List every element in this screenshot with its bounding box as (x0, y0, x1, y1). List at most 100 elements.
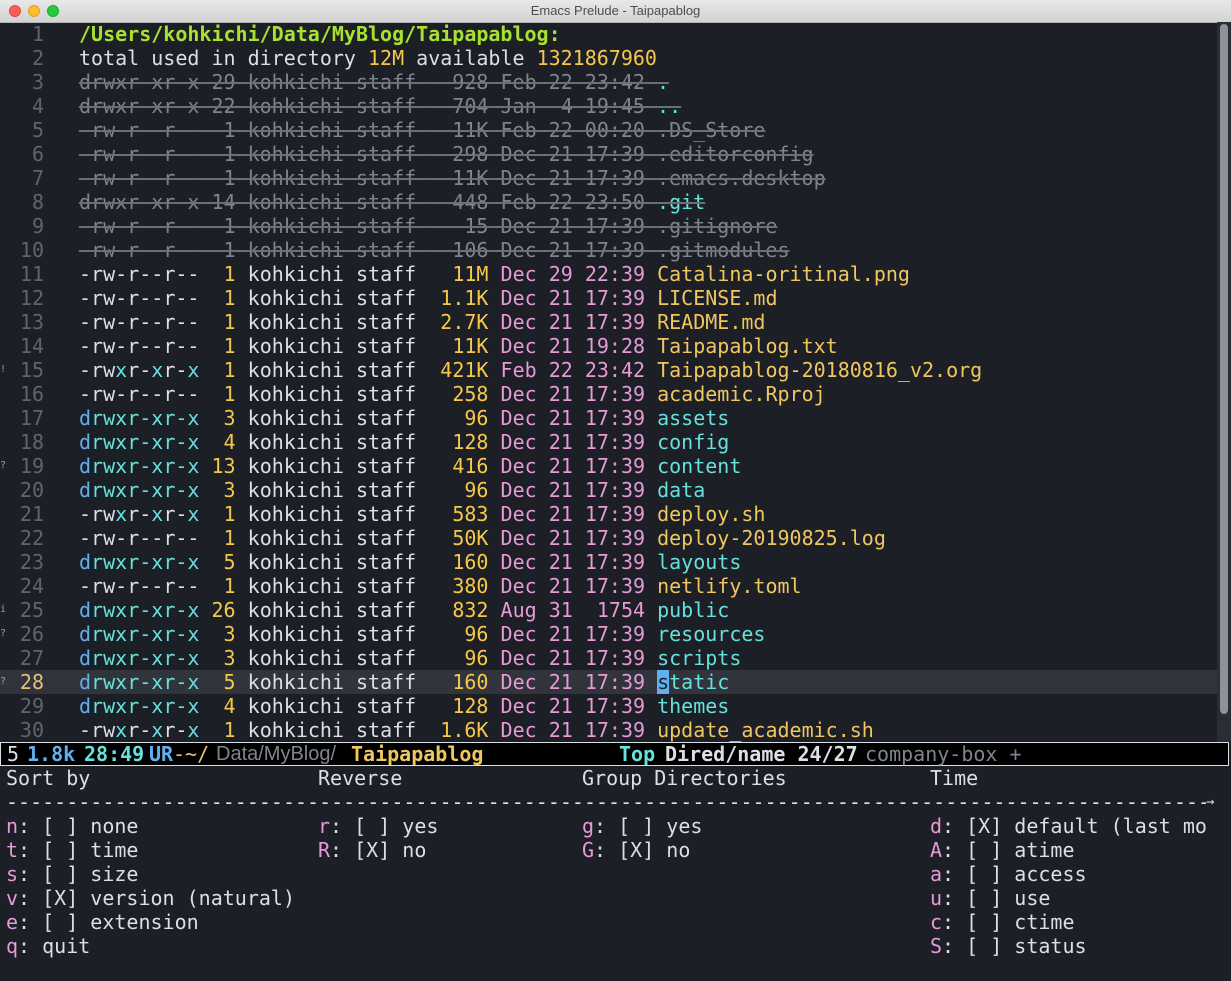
transient-option[interactable]: s: [ ] size (6, 862, 138, 886)
file-name[interactable]: Catalina-oritinal.png (657, 262, 910, 286)
buffer-line[interactable]: 29 drwxr-xr-x 4 kohkichi staff 128 Dec 21… (0, 694, 1217, 718)
file-entry[interactable]: drwxr-xr-x 3 kohkichi staff 96 Dec 21 17… (79, 406, 729, 430)
file-name[interactable]: .emacs.desktop (657, 166, 826, 190)
file-entry[interactable]: drwxr-xr-x 5 kohkichi staff 160 Dec 21 1… (79, 670, 729, 694)
file-name[interactable]: .editorconfig (657, 142, 814, 166)
file-entry[interactable]: -rwxr-xr-x 1 kohkichi staff 1.6K Dec 21 … (79, 718, 874, 742)
file-name[interactable]: Taipapablog-20180816_v2.org (657, 358, 982, 382)
buffer-line[interactable]: 1/Users/kohkichi/Data/MyBlog/Taipapablog… (0, 22, 1217, 46)
buffer-line[interactable]: 21 -rwxr-xr-x 1 kohkichi staff 583 Dec 21… (0, 502, 1217, 526)
major-mode[interactable]: Dired/name 24/27 (665, 743, 858, 765)
buffer-line[interactable]: 19? drwxr-xr-x 13 kohkichi staff 416 Dec … (0, 454, 1217, 478)
file-name[interactable]: scripts (657, 646, 741, 670)
file-entry[interactable]: -rw-r--r-- 1 kohkichi staff 106 Dec 21 1… (79, 238, 789, 262)
buffer-line[interactable]: 8 drwxr-xr-x 14 kohkichi staff 448 Feb 22… (0, 190, 1217, 214)
buffer-line[interactable]: 10 -rw-r--r-- 1 kohkichi staff 106 Dec 21… (0, 238, 1217, 262)
file-entry[interactable]: drwxr-xr-x 4 kohkichi staff 128 Dec 21 1… (79, 430, 729, 454)
buffer-line[interactable]: 5 -rw-r--r-- 1 kohkichi staff 11K Feb 22 … (0, 118, 1217, 142)
option-key[interactable]: e (6, 910, 18, 934)
file-entry[interactable]: -rw-r--r-- 1 kohkichi staff 1.1K Dec 21 … (79, 286, 778, 310)
file-name[interactable]: .git (657, 190, 705, 214)
buffer-line[interactable]: 12 -rw-r--r-- 1 kohkichi staff 1.1K Dec 2… (0, 286, 1217, 310)
file-entry[interactable]: -rwxr-xr-x 1 kohkichi staff 421K Feb 22 … (79, 358, 982, 382)
buffer-line[interactable]: 30 -rwxr-xr-x 1 kohkichi staff 1.6K Dec 2… (0, 718, 1217, 742)
file-name[interactable]: content (657, 454, 741, 478)
option-key[interactable]: v (6, 886, 18, 910)
file-entry[interactable]: drwxr-xr-x 5 kohkichi staff 160 Dec 21 1… (79, 550, 741, 574)
buffer-line[interactable]: 4 drwxr-xr-x 22 kohkichi staff 704 Jan 4 … (0, 94, 1217, 118)
file-entry[interactable]: -rw-r--r-- 1 kohkichi staff 11M Dec 29 2… (79, 262, 910, 286)
buffer-line[interactable]: 23 drwxr-xr-x 5 kohkichi staff 160 Dec 21… (0, 550, 1217, 574)
file-entry[interactable]: drwxr-xr-x 26 kohkichi staff 832 Aug 31 … (79, 598, 729, 622)
file-entry[interactable]: -rw-r--r-- 1 kohkichi staff 11K Feb 22 0… (79, 118, 765, 142)
file-entry[interactable]: -rw-r--r-- 1 kohkichi staff 11K Dec 21 1… (79, 334, 838, 358)
option-key[interactable]: n (6, 814, 18, 838)
vertical-scrollbar[interactable] (1217, 22, 1231, 742)
current-line[interactable]: 28? drwxr-xr-x 5 kohkichi staff 160 Dec 2… (0, 670, 1217, 694)
option-key[interactable]: A (930, 838, 942, 862)
transient-option[interactable]: v: [X] version (natural) (6, 886, 295, 910)
transient-option[interactable]: A: [ ] atime (930, 838, 1075, 862)
file-name[interactable]: .. (657, 94, 681, 118)
scrollbar-thumb[interactable] (1220, 24, 1228, 714)
file-entry[interactable]: drwxr-xr-x 14 kohkichi staff 448 Feb 22 … (79, 190, 705, 214)
transient-option[interactable]: G: [X] no (582, 838, 690, 862)
file-name[interactable]: netlify.toml (657, 574, 802, 598)
file-name[interactable]: layouts (657, 550, 741, 574)
buffer-line[interactable]: 22 -rw-r--r-- 1 kohkichi staff 50K Dec 21… (0, 526, 1217, 550)
option-key[interactable]: a (930, 862, 942, 886)
file-name[interactable]: config (657, 430, 729, 454)
option-key[interactable]: q (6, 934, 18, 958)
file-entry[interactable]: drwxr-xr-x 3 kohkichi staff 96 Dec 21 17… (79, 646, 741, 670)
option-key[interactable]: g (582, 814, 594, 838)
file-name[interactable]: themes (657, 694, 729, 718)
transient-option[interactable]: e: [ ] extension (6, 910, 199, 934)
option-key[interactable]: s (6, 862, 18, 886)
file-name[interactable]: .DS_Store (657, 118, 765, 142)
option-key[interactable]: r (318, 814, 330, 838)
buffer-line[interactable]: 3 drwxr-xr-x 29 kohkichi staff 928 Feb 22… (0, 70, 1217, 94)
transient-option[interactable]: S: [ ] status (930, 934, 1087, 958)
buffer-line[interactable]: 14 -rw-r--r-- 1 kohkichi staff 11K Dec 21… (0, 334, 1217, 358)
buffer-line[interactable]: 17 drwxr-xr-x 3 kohkichi staff 96 Dec 21 … (0, 406, 1217, 430)
file-entry[interactable]: -rw-r--r-- 1 kohkichi staff 380 Dec 21 1… (79, 574, 802, 598)
file-entry[interactable]: -rw-r--r-- 1 kohkichi staff 50K Dec 21 1… (79, 526, 886, 550)
file-entry[interactable]: -rw-r--r-- 1 kohkichi staff 258 Dec 21 1… (79, 382, 826, 406)
file-entry[interactable]: -rw-r--r-- 1 kohkichi staff 298 Dec 21 1… (79, 142, 814, 166)
buffer-line[interactable]: 20 drwxr-xr-x 3 kohkichi staff 96 Dec 21 … (0, 478, 1217, 502)
buffer-line[interactable]: 9 -rw-r--r-- 1 kohkichi staff 15 Dec 21 1… (0, 214, 1217, 238)
file-entry[interactable]: drwxr-xr-x 3 kohkichi staff 96 Dec 21 17… (79, 622, 765, 646)
file-name[interactable]: LICENSE.md (657, 286, 777, 310)
option-key[interactable]: t (6, 838, 18, 862)
file-name[interactable]: static (657, 670, 729, 694)
option-key[interactable]: u (930, 886, 942, 910)
buffer-line[interactable]: 27 drwxr-xr-x 3 kohkichi staff 96 Dec 21 … (0, 646, 1217, 670)
transient-option[interactable]: g: [ ] yes (582, 814, 702, 838)
buffer-line[interactable]: 6 -rw-r--r-- 1 kohkichi staff 298 Dec 21 … (0, 142, 1217, 166)
file-name[interactable]: README.md (657, 310, 765, 334)
file-entry[interactable]: -rw-r--r-- 1 kohkichi staff 15 Dec 21 17… (79, 214, 777, 238)
buffer-line[interactable]: 2 total used in directory 12M available 1… (0, 46, 1217, 70)
transient-option[interactable]: R: [X] no (318, 838, 426, 862)
transient-option[interactable]: r: [ ] yes (318, 814, 438, 838)
buffer-line[interactable]: 13 -rw-r--r-- 1 kohkichi staff 2.7K Dec 2… (0, 310, 1217, 334)
buffer-line[interactable]: 7 -rw-r--r-- 1 kohkichi staff 11K Dec 21 … (0, 166, 1217, 190)
file-name[interactable]: deploy-20190825.log (657, 526, 886, 550)
transient-option[interactable]: q: quit (6, 934, 90, 958)
buffer-line[interactable]: 15! -rwxr-xr-x 1 kohkichi staff 421K Feb … (0, 358, 1217, 382)
option-key[interactable]: c (930, 910, 942, 934)
file-name[interactable]: public (657, 598, 729, 622)
dired-buffer[interactable]: 1/Users/kohkichi/Data/MyBlog/Taipapablog… (0, 22, 1217, 742)
option-key[interactable]: S (930, 934, 942, 958)
file-name[interactable]: deploy.sh (657, 502, 765, 526)
transient-option[interactable]: c: [ ] ctime (930, 910, 1075, 934)
file-name[interactable]: Taipapablog.txt (657, 334, 838, 358)
file-entry[interactable]: drwxr-xr-x 13 kohkichi staff 416 Dec 21 … (79, 454, 741, 478)
file-entry[interactable]: drwxr-xr-x 4 kohkichi staff 128 Dec 21 1… (79, 694, 729, 718)
file-name[interactable]: assets (657, 406, 729, 430)
file-name[interactable]: .gitignore (657, 214, 777, 238)
buffer-line[interactable]: 24 -rw-r--r-- 1 kohkichi staff 380 Dec 21… (0, 574, 1217, 598)
option-key[interactable]: G (582, 838, 594, 862)
transient-option[interactable]: u: [ ] use (930, 886, 1050, 910)
file-entry[interactable]: -rwxr-xr-x 1 kohkichi staff 583 Dec 21 1… (79, 502, 765, 526)
